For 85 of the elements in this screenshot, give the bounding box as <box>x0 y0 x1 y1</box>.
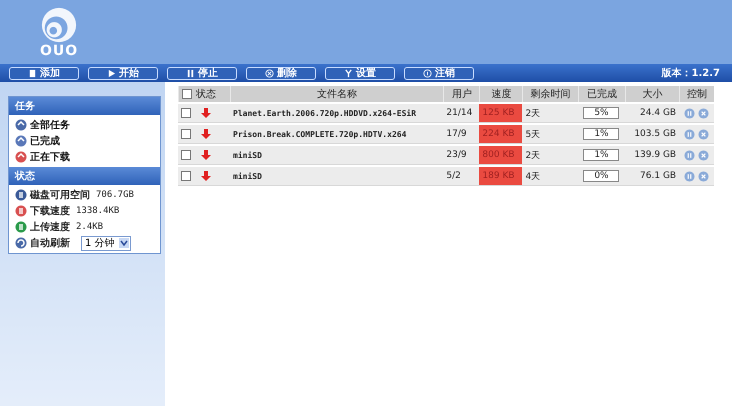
table-cell: 4天 <box>522 167 578 186</box>
caret-icon <box>119 238 129 248</box>
table-cell: 5/2 <box>443 167 480 186</box>
row-checkbox[interactable] <box>181 128 191 139</box>
column-header: 状态 <box>196 89 216 100</box>
row-checkbox[interactable] <box>181 170 191 181</box>
section-title: 任务 <box>9 97 160 115</box>
task-icon <box>15 151 27 163</box>
section-title: 状态 <box>9 167 160 185</box>
logo-icon <box>40 6 78 44</box>
close-icon <box>265 68 274 78</box>
toolbar-button[interactable]: 开始 <box>88 66 158 80</box>
column-header: 大小 <box>625 86 680 102</box>
column-header: 剩余时间 <box>522 86 578 102</box>
column-header: 已完成 <box>578 86 626 102</box>
toolbar-button[interactable]: 停止 <box>167 66 237 80</box>
table-cell: Prison.Break.COMPLETE.720p.HDTV.x264 <box>230 125 444 144</box>
column-header: 用户 <box>443 86 480 102</box>
progress-field: 5% <box>583 107 620 119</box>
toolbar-button[interactable]: 设置 <box>325 66 395 80</box>
download-arrow-icon <box>200 170 211 181</box>
status-icon <box>15 221 27 233</box>
pause-icon[interactable] <box>684 108 696 118</box>
status-value: 1338.4KB <box>76 206 120 216</box>
delete-icon[interactable] <box>698 150 709 160</box>
table-cell: 2天 <box>522 104 578 123</box>
refresh-label: 自动刷新 <box>30 236 70 250</box>
progress-field: 1% <box>583 128 620 140</box>
column-header: 文件名称 <box>230 86 444 102</box>
pause-icon <box>186 68 195 78</box>
task-icon <box>15 135 27 147</box>
progress-field: 1% <box>583 149 620 161</box>
table-cell: 139.9 GB <box>625 146 680 165</box>
interval-dropdown[interactable]: 1 分钟 <box>81 236 131 250</box>
pause-icon[interactable] <box>684 150 696 160</box>
table-cell: 125 KB <box>479 104 522 123</box>
task-icon <box>15 119 27 131</box>
logo-text: OUO <box>40 44 78 58</box>
table-cell: 76.1 GB <box>625 167 680 186</box>
table-cell: 224 KB <box>479 125 522 144</box>
table-cell: 189 KB <box>479 167 522 186</box>
refresh-icon <box>15 237 27 249</box>
document-icon <box>28 68 37 78</box>
fork-icon <box>344 68 353 78</box>
status-label: 下载速度 <box>30 204 70 218</box>
toolbar-button[interactable]: 删除 <box>246 66 316 80</box>
table-cell: 103.5 GB <box>625 125 680 144</box>
table-cell: 17/9 <box>443 125 480 144</box>
version-label: 版本：1.2.7 <box>662 66 720 80</box>
table-cell: 800 KB <box>479 146 522 165</box>
status-icon <box>15 205 27 217</box>
table-cell: 23/9 <box>443 146 480 165</box>
delete-icon[interactable] <box>698 170 709 182</box>
table-cell: 21/14 <box>443 104 480 123</box>
status-label: 上传速度 <box>30 220 70 234</box>
pause-icon[interactable] <box>684 170 696 182</box>
delete-icon[interactable] <box>698 108 709 118</box>
sidebar-item[interactable]: 已完成 <box>30 134 60 148</box>
toolbar-button[interactable]: 注销 <box>404 66 474 80</box>
status-icon <box>15 189 27 201</box>
column-header: 速度 <box>479 86 522 102</box>
download-arrow-icon <box>200 108 211 118</box>
toolbar-button[interactable]: 添加 <box>9 66 79 80</box>
status-label: 磁盘可用空间 <box>30 188 90 202</box>
column-header: 控制 <box>679 86 714 102</box>
sidebar-item[interactable]: 正在下载 <box>30 150 70 164</box>
delete-icon[interactable] <box>698 128 709 140</box>
table-cell: 5天 <box>522 125 578 144</box>
row-checkbox[interactable] <box>181 108 191 118</box>
play-icon <box>107 68 116 78</box>
pause-icon[interactable] <box>684 128 696 140</box>
status-value: 706.7GB <box>96 190 134 200</box>
table-cell: 24.4 GB <box>625 104 680 123</box>
row-checkbox[interactable] <box>181 150 191 160</box>
info-icon <box>423 68 432 78</box>
status-value: 2.4KB <box>76 222 104 232</box>
progress-field: 0% <box>583 170 620 182</box>
download-arrow-icon <box>200 150 211 160</box>
download-arrow-icon <box>200 128 211 139</box>
select-all-checkbox[interactable] <box>182 89 192 100</box>
sidebar-item[interactable]: 全部任务 <box>30 118 70 132</box>
table-cell: 2天 <box>522 146 578 165</box>
table-cell: miniSD <box>230 146 444 165</box>
table-cell: miniSD <box>230 167 444 186</box>
table-cell: Planet.Earth.2006.720p.HDDVD.x264-ESiR <box>230 104 444 123</box>
